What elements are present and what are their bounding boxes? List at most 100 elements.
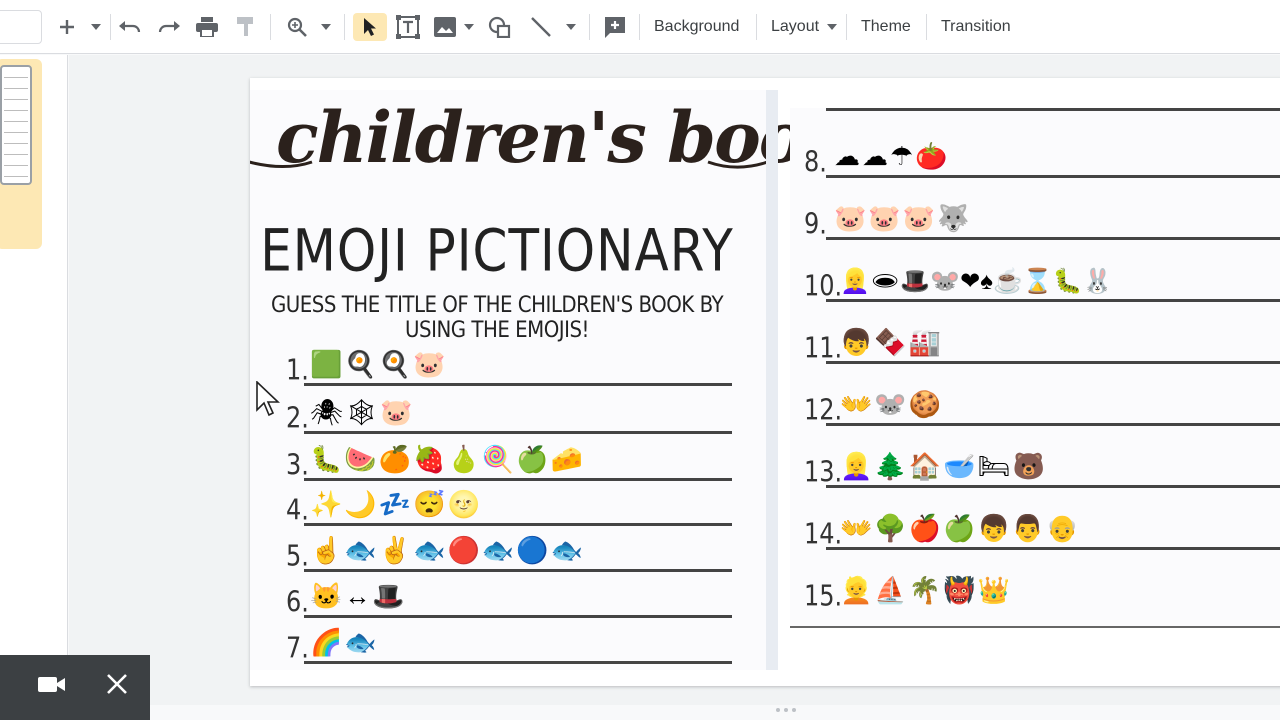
question-emojis: 👱‍♀️🌲🏠🥣🛏🐻: [840, 451, 1047, 481]
question-number: 3.: [286, 448, 309, 482]
title-script: children's book: [276, 96, 852, 179]
question-number: 12.: [804, 393, 843, 427]
paint-format-icon: [237, 17, 253, 36]
insert-image-dropdown[interactable]: [462, 13, 476, 41]
question-row: 10. 👱‍♀️🕳🎩🐭❤♠☕⌛🐛🐰: [804, 250, 1280, 303]
zoom-dropdown[interactable]: [316, 13, 336, 41]
undo-icon: [119, 21, 141, 33]
cursor-icon: [364, 18, 376, 36]
mouse-cursor-icon: [256, 381, 280, 417]
question-row: 6. 🐱↔🎩: [286, 578, 732, 619]
pictionary-image-left[interactable]: children's book EMOJI PICTIONARY GUESS T…: [250, 90, 852, 670]
add-comment-icon: [605, 17, 625, 38]
question-row: 15. 👱⛵🌴👹👑: [804, 560, 1280, 613]
shape-icon: [488, 16, 511, 38]
text-box-button[interactable]: [393, 13, 423, 41]
question-row: 11. 👦🍫🏭: [804, 312, 1280, 365]
answer-line: [826, 175, 1280, 178]
plus-icon: [60, 20, 74, 34]
question-emojis: ✨🌙💤😴🌝: [310, 489, 482, 519]
new-slide-button[interactable]: [52, 13, 82, 41]
answer-line: [304, 569, 732, 572]
line-button[interactable]: [527, 13, 555, 41]
answer-line: [826, 485, 1280, 488]
answer-line: [304, 615, 732, 618]
question-row: 14. 👐🌳🍎🍏👦👨👴: [804, 498, 1280, 551]
close-button[interactable]: [106, 673, 128, 700]
question-emojis: 👱‍♀️🕳🎩🐭❤♠☕⌛🐛🐰: [840, 268, 1113, 295]
redo-icon: [158, 21, 180, 33]
new-slide-dropdown[interactable]: [86, 13, 106, 41]
question-row: 7. 🌈🐟: [286, 624, 732, 665]
question-number: 10.: [804, 269, 843, 303]
answer-line: [826, 108, 1280, 111]
answer-line: [304, 383, 732, 386]
print-icon: [196, 17, 218, 37]
image-icon: [434, 17, 456, 37]
redo-button[interactable]: [155, 13, 183, 41]
slide-canvas[interactable]: children's book EMOJI PICTIONARY GUESS T…: [250, 78, 1280, 686]
answer-line: [304, 523, 732, 526]
answer-line: [304, 431, 732, 434]
question-row: 5. ☝🐟✌🐟🔴🐟🔵🐟: [286, 532, 732, 573]
question-row: 2. 🕷🕸🐷: [286, 394, 732, 435]
zoom-button[interactable]: [282, 13, 312, 41]
question-row: 4. ✨🌙💤😴🌝: [286, 486, 732, 527]
question-emojis: 👐🐭🍪: [840, 389, 944, 419]
insert-image-button[interactable]: [431, 13, 459, 41]
zoom-input-box[interactable]: [0, 10, 42, 44]
layout-button[interactable]: Layout: [771, 13, 837, 41]
question-number: 7.: [286, 631, 309, 665]
question-number: 1.: [286, 353, 309, 387]
question-number: 4.: [286, 493, 309, 527]
select-tool-button[interactable]: [353, 13, 387, 41]
instructions-text: GUESS THE TITLE OF THE CHILDREN'S BOOK B…: [270, 293, 724, 343]
question-row: 8. ☁☁☂🍅: [804, 126, 1280, 179]
question-emojis: 🐛🍉🍊🍓🍐🍭🍏🧀: [310, 444, 585, 474]
paint-format-button[interactable]: [232, 13, 260, 41]
layout-label: Layout: [771, 18, 820, 35]
zoom-icon: [287, 17, 307, 37]
shape-button[interactable]: [486, 13, 514, 41]
question-row: 13. 👱‍♀️🌲🏠🥣🛏🐻: [804, 436, 1280, 489]
question-row: 1. 🟩🍳🍳🐷: [286, 346, 732, 387]
question-emojis: 🌈🐟: [310, 627, 379, 657]
question-emojis: 👱⛵🌴👹👑: [840, 575, 1012, 605]
meeting-control-bar: [0, 655, 150, 720]
slide-thumbnail-selected[interactable]: [0, 59, 42, 249]
question-emojis: 🐱↔🎩: [310, 581, 407, 611]
question-emojis: 🟩🍳🍳🐷: [310, 349, 448, 379]
resize-handle[interactable]: [776, 708, 804, 714]
image-edge: [766, 90, 778, 670]
answer-line: [826, 299, 1280, 302]
answer-line: [826, 423, 1280, 426]
question-number: 8.: [804, 145, 827, 179]
camera-button[interactable]: [38, 673, 66, 700]
question-number: 6.: [286, 585, 309, 619]
line-icon: [531, 17, 551, 37]
answer-line: [826, 361, 1280, 364]
question-number: 14.: [804, 517, 843, 551]
transition-button[interactable]: Transition: [941, 13, 1011, 41]
line-dropdown[interactable]: [562, 13, 580, 41]
question-row: 3. 🐛🍉🍊🍓🍐🍭🍏🧀: [286, 441, 732, 482]
question-number: 15.: [804, 579, 843, 613]
question-emojis: 👦🍫🏭: [840, 327, 944, 357]
caret-down-icon: [566, 24, 576, 30]
theme-button[interactable]: Theme: [861, 13, 911, 41]
slide-thumbnail[interactable]: [0, 65, 32, 185]
caret-down-icon: [464, 24, 474, 30]
toolbar: Background Layout Theme Transition: [0, 0, 1280, 54]
undo-button[interactable]: [116, 13, 144, 41]
answer-line: [826, 547, 1280, 550]
text-box-icon: [396, 15, 420, 39]
print-button[interactable]: [193, 13, 221, 41]
pictionary-image-right[interactable]: 8. ☁☁☂🍅 9. 🐷🐷🐷🐺 10. 👱‍♀️🕳🎩🐭❤♠☕⌛🐛🐰 11. 👦🍫…: [790, 108, 1280, 628]
insert-comment-button[interactable]: [600, 13, 630, 41]
question-number: 11.: [804, 331, 843, 365]
question-row: 12. 👐🐭🍪: [804, 374, 1280, 427]
close-icon: [107, 674, 127, 694]
camera-icon: [38, 677, 65, 692]
question-emojis: 🕷🕸🐷: [310, 397, 415, 427]
background-button[interactable]: Background: [654, 13, 739, 41]
